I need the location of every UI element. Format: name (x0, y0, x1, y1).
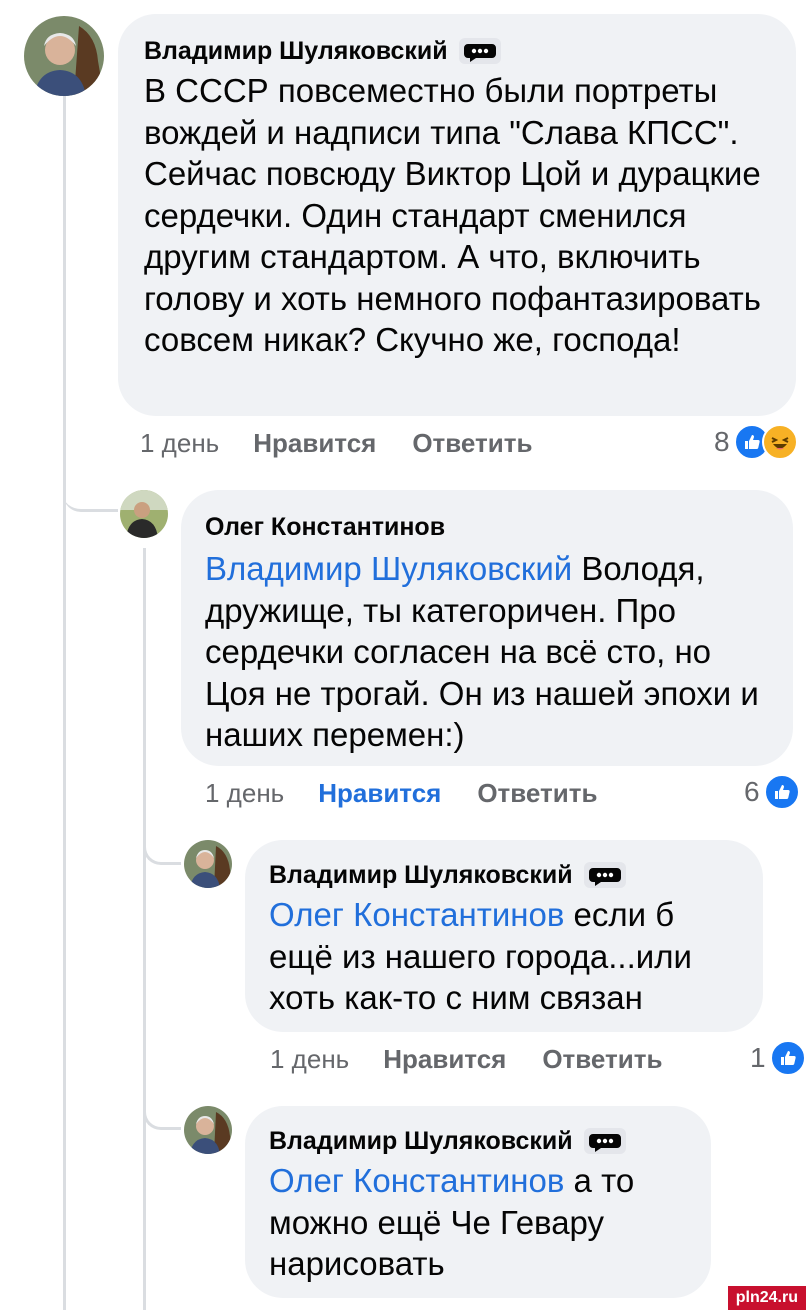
avatar[interactable] (184, 1106, 232, 1154)
top-fan-badge-icon (458, 37, 502, 65)
thread-line-reply-1 (143, 548, 146, 1310)
comment-text: Олег Константинов если б ещё из нашего г… (269, 894, 739, 1019)
mention-link[interactable]: Олег Константинов (269, 1162, 564, 1199)
reply-button[interactable]: Ответить (542, 1044, 662, 1075)
comment-bubble: Владимир Шуляковский Олег Константинов а… (245, 1106, 711, 1298)
comment-author[interactable]: Владимир Шуляковский (269, 1126, 687, 1156)
like-button[interactable]: Нравится (383, 1044, 506, 1075)
comment-text: Олег Константинов а то можно ещё Че Гева… (269, 1160, 687, 1285)
comment-author[interactable]: Олег Константинов (205, 512, 769, 542)
thread-line-main-lower (63, 495, 66, 1310)
author-name[interactable]: Владимир Шуляковский (144, 36, 448, 66)
haha-reaction-icon (761, 424, 798, 460)
like-button[interactable]: Нравится (253, 428, 376, 459)
avatar[interactable] (120, 490, 168, 538)
reaction-summary[interactable]: 1 (750, 1040, 806, 1076)
like-reaction-icon (763, 774, 800, 810)
reply-button[interactable]: Ответить (412, 428, 532, 459)
avatar[interactable] (184, 840, 232, 888)
thread-line-main (63, 95, 66, 495)
thread-curve-reply-2 (143, 820, 181, 865)
author-name[interactable]: Владимир Шуляковский (269, 860, 573, 890)
comment-time[interactable]: 1 день (140, 428, 219, 459)
mention-link[interactable]: Владимир Шуляковский (205, 550, 572, 587)
reaction-summary[interactable]: 8 (714, 424, 798, 460)
comment-text: В СССР повсеместно были портреты вождей … (144, 72, 761, 358)
comment-text: Владимир Шуляковский Володя, дружище, ты… (205, 548, 769, 756)
comment-time[interactable]: 1 день (205, 778, 284, 809)
thread-curve-reply-3 (143, 1085, 181, 1130)
comment-bubble: Владимир Шуляковский Олег Константинов е… (245, 840, 763, 1032)
comment-time[interactable]: 1 день (270, 1044, 349, 1075)
comment-actions: 1 день Нравится Ответить (205, 778, 633, 809)
thread-curve-reply-1 (63, 470, 118, 512)
mention-link[interactable]: Олег Константинов (269, 896, 564, 933)
comment-actions: 1 день Нравится Ответить (270, 1044, 698, 1075)
reaction-count: 8 (714, 426, 730, 457)
site-watermark: pln24.ru (727, 1286, 806, 1310)
reaction-count: 1 (750, 1042, 766, 1073)
like-button[interactable]: Нравится (318, 778, 441, 809)
avatar[interactable] (24, 16, 104, 96)
reply-button[interactable]: Ответить (477, 778, 597, 809)
comment-author[interactable]: Владимир Шуляковский (269, 860, 739, 890)
top-fan-badge-icon (583, 861, 627, 889)
author-name[interactable]: Олег Константинов (205, 512, 445, 542)
like-reaction-icon (769, 1040, 806, 1076)
author-name[interactable]: Владимир Шуляковский (269, 1126, 573, 1156)
comment-bubble: Олег Константинов Владимир Шуляковский В… (181, 490, 793, 766)
comment-actions: 1 день Нравится Ответить (140, 428, 568, 459)
comment-bubble: Владимир Шуляковский В СССР повсеместно … (118, 14, 796, 416)
reaction-summary[interactable]: 6 (744, 774, 800, 810)
reaction-count: 6 (744, 776, 760, 807)
comment-author[interactable]: Владимир Шуляковский (144, 36, 770, 66)
top-fan-badge-icon (583, 1127, 627, 1155)
